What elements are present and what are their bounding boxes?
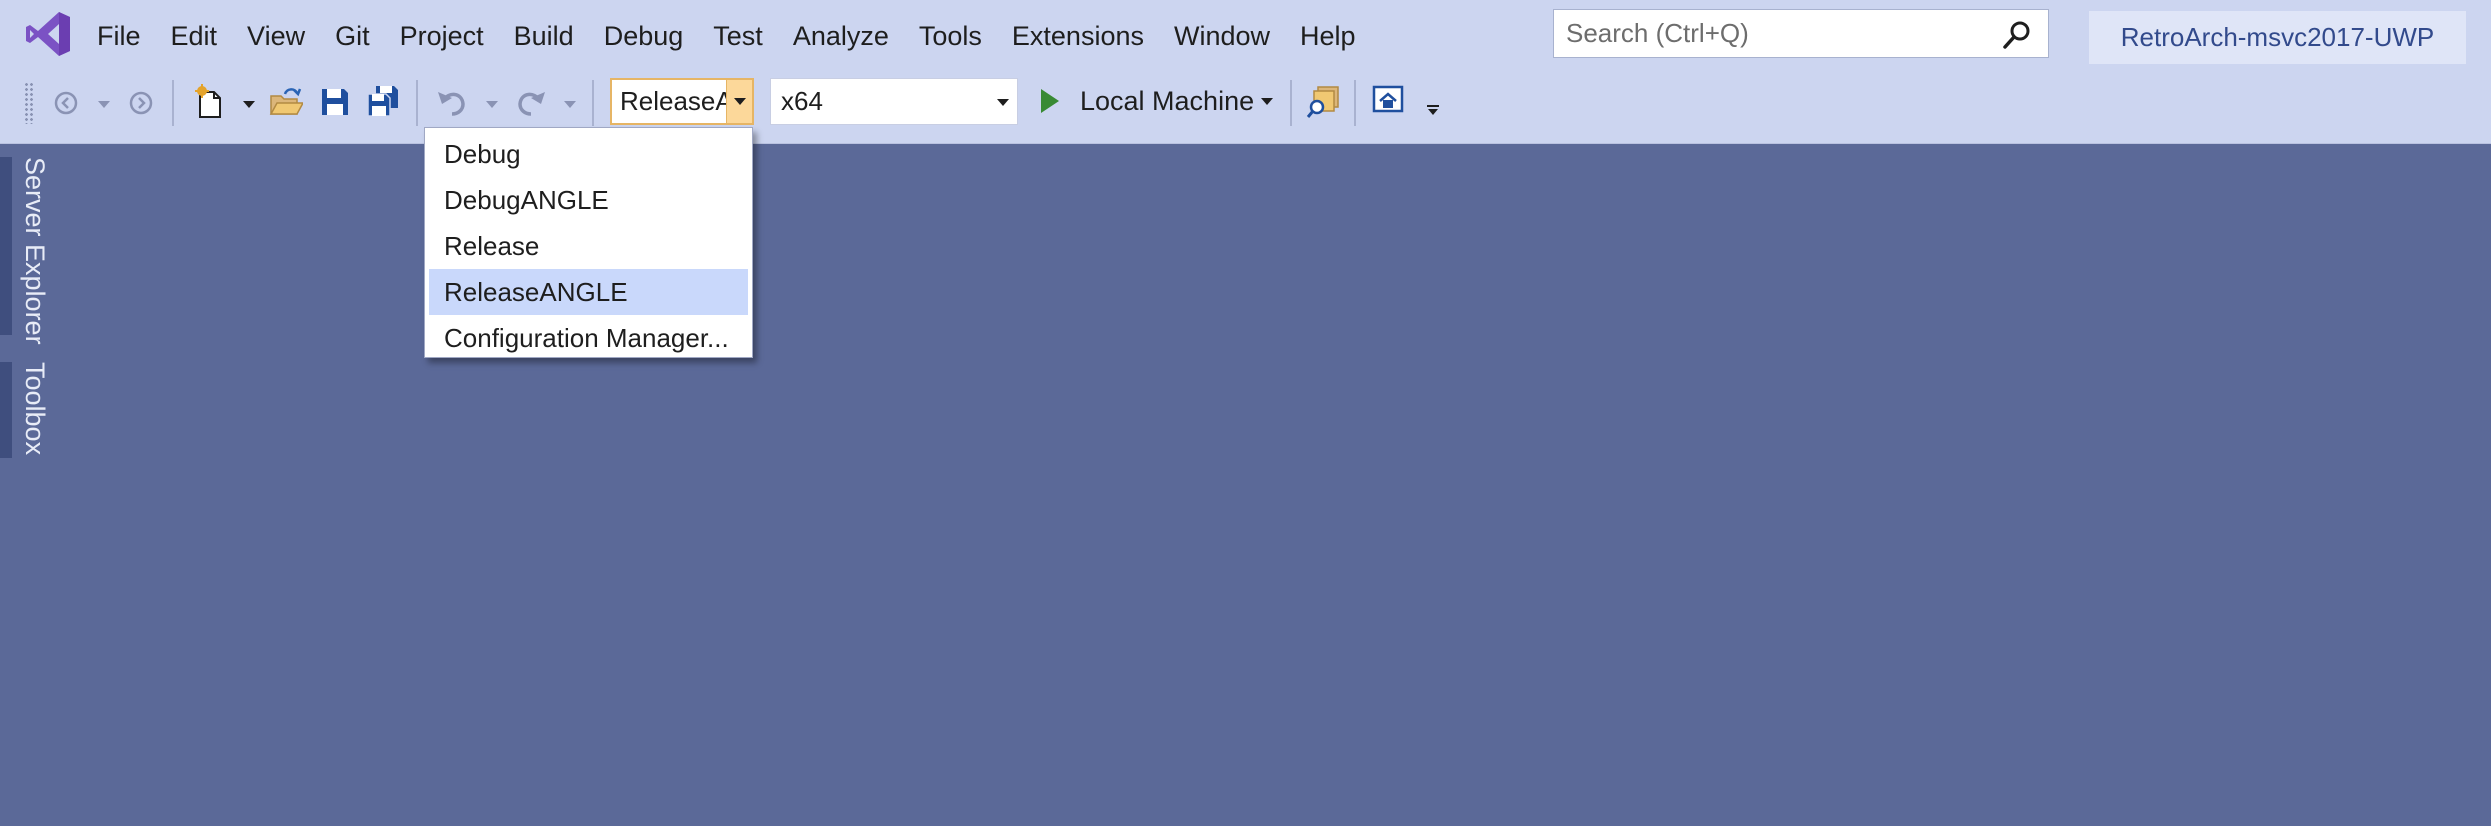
solution-configuration-value: ReleaseANGLE <box>620 86 730 116</box>
configuration-dropdown-list: Debug DebugANGLE Release ReleaseANGLE Co… <box>424 127 753 358</box>
menu-test[interactable]: Test <box>698 14 778 58</box>
configuration-option-debugangle[interactable]: DebugANGLE <box>429 177 748 223</box>
toolbox-tab[interactable]: Toolbox <box>17 362 53 455</box>
toolbar-separator <box>1354 80 1356 126</box>
server-explorer-tab-marker <box>0 157 12 335</box>
redo-icon[interactable] <box>515 86 547 118</box>
open-file-icon[interactable] <box>269 86 303 118</box>
title-and-toolbar-area: File Edit View Git Project Build Debug T… <box>0 0 2491 144</box>
configuration-option-releaseangle[interactable]: ReleaseANGLE <box>429 269 748 315</box>
find-in-files-icon[interactable] <box>1306 85 1340 119</box>
menu-debug[interactable]: Debug <box>589 14 699 58</box>
menu-analyze[interactable]: Analyze <box>778 14 904 58</box>
toolbar-separator <box>592 80 594 126</box>
solution-name-badge[interactable]: RetroArch-msvc2017-UWP <box>2089 11 2466 64</box>
new-project-icon[interactable] <box>194 84 226 120</box>
toolbar-grip[interactable] <box>24 82 34 124</box>
redo-dropdown-icon[interactable] <box>564 101 576 108</box>
search-input[interactable] <box>1554 10 1974 57</box>
run-target-dropdown-icon[interactable] <box>1261 98 1273 105</box>
configuration-option-release[interactable]: Release <box>429 223 748 269</box>
menu-view[interactable]: View <box>232 14 320 58</box>
menu-window[interactable]: Window <box>1159 14 1285 58</box>
menu-extensions[interactable]: Extensions <box>997 14 1159 58</box>
menu-bar: File Edit View Git Project Build Debug T… <box>82 14 1371 58</box>
solution-configuration-combo[interactable]: ReleaseANGLE <box>610 78 754 125</box>
undo-icon[interactable] <box>436 86 468 118</box>
search-box <box>1553 9 2049 58</box>
navigate-back-dropdown-icon[interactable] <box>98 101 110 108</box>
toolbox-tab-marker <box>0 362 12 458</box>
device-portal-icon[interactable] <box>1372 85 1404 115</box>
server-explorer-tab[interactable]: Server Explorer <box>17 157 53 345</box>
solution-platform-combo[interactable]: x64 <box>770 78 1018 125</box>
menu-git[interactable]: Git <box>320 14 385 58</box>
menu-file[interactable]: File <box>82 14 156 58</box>
save-icon[interactable] <box>320 87 350 117</box>
run-target-label: Local Machine <box>1080 86 1255 116</box>
standard-toolbar: ReleaseANGLE x64 Local Machine <box>0 70 2491 136</box>
menu-help[interactable]: Help <box>1285 14 1371 58</box>
visual-studio-logo-icon <box>26 12 70 56</box>
toolbar-overflow-icon[interactable] <box>1426 104 1440 116</box>
toolbar-separator <box>416 80 418 126</box>
new-project-dropdown-icon[interactable] <box>243 101 255 108</box>
search-icon[interactable] <box>2002 20 2032 50</box>
configuration-option-debug[interactable]: Debug <box>429 131 748 177</box>
navigate-back-icon[interactable] <box>54 91 78 115</box>
chevron-down-icon <box>997 99 1009 106</box>
toolbar-separator <box>1290 80 1292 126</box>
play-icon <box>1041 89 1059 113</box>
undo-dropdown-icon[interactable] <box>486 101 498 108</box>
menu-tools[interactable]: Tools <box>904 14 997 58</box>
navigate-forward-icon[interactable] <box>129 91 153 115</box>
solution-configuration-dropdown-button[interactable] <box>726 80 752 123</box>
menu-build[interactable]: Build <box>499 14 589 58</box>
save-all-icon[interactable] <box>366 84 400 118</box>
menu-project[interactable]: Project <box>385 14 499 58</box>
configuration-manager-option[interactable]: Configuration Manager... <box>429 315 748 361</box>
chevron-down-icon <box>734 98 746 105</box>
menu-edit[interactable]: Edit <box>156 14 233 58</box>
solution-platform-value: x64 <box>781 86 823 116</box>
toolbar-separator <box>172 80 174 126</box>
